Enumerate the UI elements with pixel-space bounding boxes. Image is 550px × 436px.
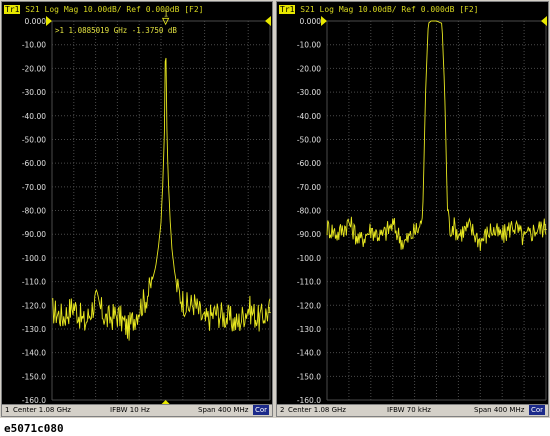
y-tick-label: -120.0 (22, 301, 46, 310)
y-tick-label: 0.000 (300, 17, 322, 26)
correction-badge[interactable]: Cor (529, 405, 546, 415)
y-tick-label: -150.0 (297, 372, 321, 381)
y-tick-label: -40.00 (297, 112, 321, 121)
trace-line (51, 57, 271, 341)
y-tick-label: -100.0 (297, 254, 321, 263)
plot-area[interactable]: 0.000 -10.00 -20.00 -30.00 -40.00 -50.00 -60.0… (2, 2, 272, 406)
y-tick-label: -20.00 (297, 64, 321, 73)
y-tick-label: -10.00 (297, 41, 321, 50)
y-tick-label: -70.00 (22, 183, 46, 192)
y-tick-label: -30.00 (297, 88, 321, 97)
channel-status-bar: 2 Center 1.08 GHz IFBW 70 kHz Span 400 M… (277, 404, 548, 416)
channel-status-bar: 1 Center 1.08 GHz IFBW 10 Hz Span 400 MH… (2, 404, 272, 416)
ifbw-setting[interactable]: IFBW 10 Hz (110, 405, 150, 416)
span-setting[interactable]: Span 400 MHz (474, 405, 524, 416)
y-tick-label: -130.0 (297, 325, 321, 334)
y-tick-label: -150.0 (22, 372, 46, 381)
correction-badge[interactable]: Cor (253, 405, 270, 415)
center-frequency[interactable]: Center 1.08 GHz (288, 405, 346, 416)
trace-end-label: 1 (543, 223, 548, 232)
channel-1-panel[interactable]: Tr1 S21 Log Mag 10.00dB/ Ref 0.000dB [F2… (1, 1, 273, 417)
y-tick-label: -40.00 (22, 112, 46, 121)
channel-number: 2 (280, 406, 285, 414)
marker-readout: >1 1.0885019 GHz -1.3750 dB (55, 26, 177, 35)
y-tick-label: -140.0 (297, 349, 321, 358)
ref-level-arrow-right (541, 16, 547, 26)
y-tick-label: -70.00 (297, 183, 321, 192)
trace-end-label: 1 (267, 306, 272, 315)
analyzer-window: Tr1 S21 Log Mag 10.00dB/ Ref 0.000dB [F2… (0, 0, 550, 418)
y-tick-label: -20.00 (22, 64, 46, 73)
channel-number: 1 (5, 406, 10, 414)
y-tick-label: -80.00 (297, 207, 321, 216)
y-tick-label: -120.0 (297, 301, 321, 310)
y-tick-label: -110.0 (22, 278, 46, 287)
y-tick-label: -50.00 (297, 135, 321, 144)
ifbw-setting[interactable]: IFBW 70 kHz (387, 405, 431, 416)
y-tick-label: -50.00 (22, 135, 46, 144)
y-tick-label: -90.00 (297, 230, 321, 239)
y-tick-label: -90.00 (22, 230, 46, 239)
plot-area[interactable]: 0.000 -10.00 -20.00 -30.00 -40.00 -50.00 -60.0… (277, 2, 548, 406)
y-tick-label: -140.0 (22, 349, 46, 358)
channel-2-panel[interactable]: Tr1 S21 Log Mag 10.00dB/ Ref 0.000dB [F2… (276, 1, 549, 417)
y-tick-label: -100.0 (22, 254, 46, 263)
span-setting[interactable]: Span 400 MHz (198, 405, 248, 416)
y-tick-label: 0.000 (25, 17, 47, 26)
y-tick-label: -80.00 (22, 207, 46, 216)
ref-level-arrow-left (321, 16, 327, 26)
ref-level-arrow-right (265, 16, 271, 26)
marker-number: 1 (164, 9, 169, 18)
figure-caption: e5071c080 (4, 422, 64, 435)
ref-level-arrow-left (46, 16, 52, 26)
y-tick-label: -30.00 (22, 88, 46, 97)
y-tick-label: -130.0 (22, 325, 46, 334)
y-tick-label: -60.00 (22, 159, 46, 168)
y-tick-label: -60.00 (297, 159, 321, 168)
y-tick-label: -10.00 (22, 41, 46, 50)
y-tick-label: -110.0 (297, 278, 321, 287)
center-frequency[interactable]: Center 1.08 GHz (13, 405, 71, 416)
